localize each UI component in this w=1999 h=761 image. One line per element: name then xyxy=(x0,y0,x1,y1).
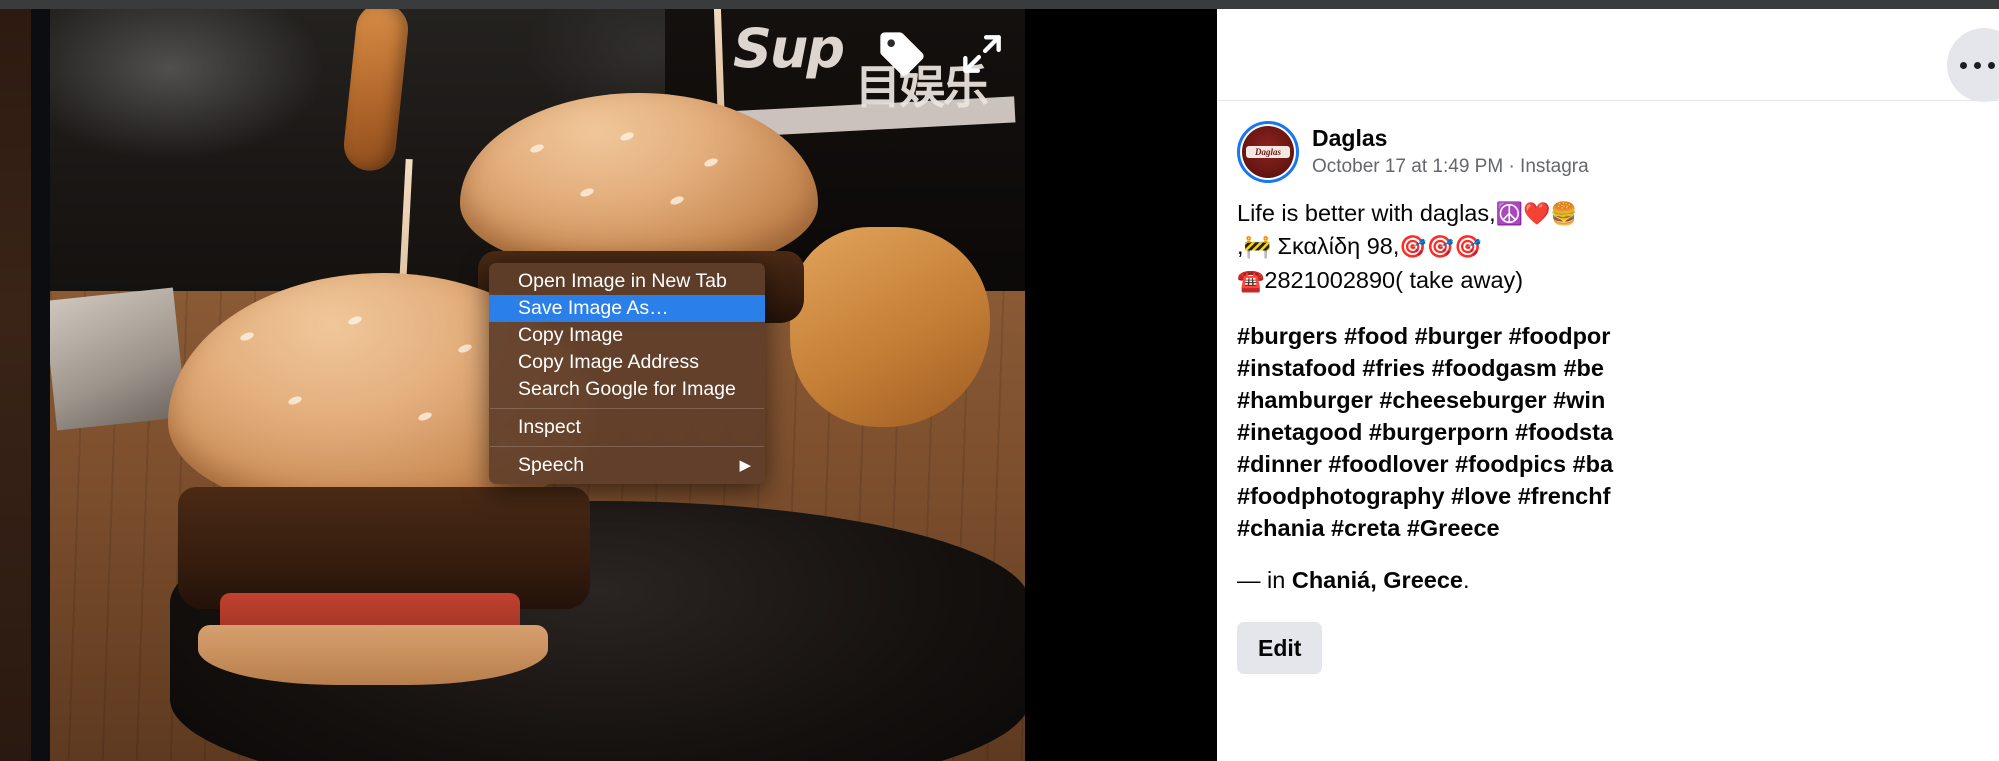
submenu-chevron-right-icon: ▶ xyxy=(739,457,751,474)
caption-line2-emojis: 🎯🎯🎯 xyxy=(1399,235,1482,261)
avatar-logo-text: Daglas xyxy=(1254,147,1281,157)
avatar[interactable]: Daglas xyxy=(1237,121,1299,183)
context-menu-item-label: Copy Image Address xyxy=(518,351,700,373)
hashtag-line[interactable]: #foodphotography #love #frenchf xyxy=(1237,481,1975,513)
post-caption-line-3: ☎️2821002890( take away) xyxy=(1237,264,1975,297)
caption-line2-text: Σκαλίδη 98, xyxy=(1270,233,1400,260)
context-menu-separator xyxy=(490,446,764,447)
context-menu-item-label: Inspect xyxy=(518,416,581,438)
post-caption-line-1: Life is better with daglas,☮️❤️🍔 xyxy=(1237,197,1975,230)
screen-root: Sup 目娱乐 Open Image in New Tab Save Image… xyxy=(0,0,1999,761)
photo-shirt-graphic-latin: Sup xyxy=(733,17,845,80)
hashtag-line[interactable]: #hamburger #cheeseburger #win xyxy=(1237,385,1975,417)
tag-photo-icon[interactable] xyxy=(875,27,929,81)
photo-action-bar xyxy=(875,27,1009,81)
photo-patty-front xyxy=(178,487,590,609)
hashtag-line[interactable]: #burgers #food #burger #foodpor xyxy=(1237,321,1975,353)
panel-body: Daglas Daglas October 17 at 1:49 PM · In… xyxy=(1217,101,1999,675)
context-menu-item-speech[interactable]: Speech ▶ xyxy=(489,452,765,479)
photo-bun-bottom-front xyxy=(198,625,548,685)
caption-line1-emojis: ☮️❤️🍔 xyxy=(1495,202,1578,227)
post-location: — in Chaniá, Greece. xyxy=(1237,565,1975,597)
context-menu-item-save-image-as[interactable]: Save Image As… xyxy=(489,295,765,322)
context-menu-item-open-image-in-new-tab[interactable]: Open Image in New Tab xyxy=(489,268,765,295)
context-menu-item-copy-image[interactable]: Copy Image xyxy=(489,322,765,349)
post-caption-line-2: ,🚧 Σκαλίδη 98,🎯🎯🎯 xyxy=(1237,230,1975,263)
letterbox-gap xyxy=(31,9,50,761)
caption-line3-text: 2821002890( take away) xyxy=(1264,266,1524,293)
hashtag-line[interactable]: #dinner #foodlover #foodpics #ba xyxy=(1237,449,1975,481)
more-options-icon xyxy=(1959,61,1995,69)
photo-viewer-stage: Sup 目娱乐 Open Image in New Tab Save Image… xyxy=(0,9,1217,761)
more-options-button[interactable] xyxy=(1947,28,1999,102)
photo-napkin xyxy=(50,287,187,431)
context-menu-item-label: Search Google for Image xyxy=(518,378,736,400)
post-timestamp[interactable]: October 17 at 1:49 PM · Instagra xyxy=(1312,155,1589,179)
image-context-menu[interactable]: Open Image in New Tab Save Image As… Cop… xyxy=(489,263,765,484)
context-menu-item-copy-image-address[interactable]: Copy Image Address xyxy=(489,349,765,376)
context-menu-separator xyxy=(490,408,764,409)
panel-header xyxy=(1217,9,1999,102)
edit-button[interactable]: Edit xyxy=(1237,622,1323,675)
post-caption: Life is better with daglas,☮️❤️🍔 ,🚧 Σκαλ… xyxy=(1237,197,1975,297)
post-author-row: Daglas Daglas October 17 at 1:49 PM · In… xyxy=(1237,121,1975,183)
location-name[interactable]: Chaniá, Greece xyxy=(1292,567,1463,593)
post-author-meta: Daglas October 17 at 1:49 PM · Instagra xyxy=(1312,125,1589,178)
browser-chrome-bar xyxy=(0,0,1999,9)
post-hashtags: #burgers #food #burger #foodpor #instafo… xyxy=(1237,321,1975,545)
context-menu-item-label: Copy Image xyxy=(518,324,624,346)
context-menu-item-label: Save Image As… xyxy=(518,297,669,319)
hashtag-line[interactable]: #chania #creta #Greece xyxy=(1237,513,1975,545)
context-menu-item-label: Speech xyxy=(518,454,585,476)
context-menu-item-label: Open Image in New Tab xyxy=(518,270,727,292)
expand-icon[interactable] xyxy=(955,27,1009,81)
caption-line3-emoji: ☎️ xyxy=(1237,268,1265,294)
context-menu-item-search-google-for-image[interactable]: Search Google for Image xyxy=(489,376,765,403)
caption-line2-emoji-start: 🚧 xyxy=(1243,235,1271,261)
photo-bun-top-rear xyxy=(460,93,818,271)
hashtag-line[interactable]: #instafood #fries #foodgasm #be xyxy=(1237,353,1975,385)
caption-line1-text: Life is better with daglas, xyxy=(1237,200,1496,226)
author-name[interactable]: Daglas xyxy=(1312,125,1589,153)
letterbox-left xyxy=(0,9,31,761)
context-menu-item-inspect[interactable]: Inspect xyxy=(489,414,765,441)
location-prefix: — in xyxy=(1237,566,1292,593)
location-suffix: . xyxy=(1462,566,1470,593)
hashtag-line[interactable]: #inetagood #burgerporn #foodsta xyxy=(1237,417,1975,449)
avatar-image: Daglas xyxy=(1242,126,1294,178)
post-details-panel: Daglas Daglas October 17 at 1:49 PM · In… xyxy=(1217,9,1999,761)
